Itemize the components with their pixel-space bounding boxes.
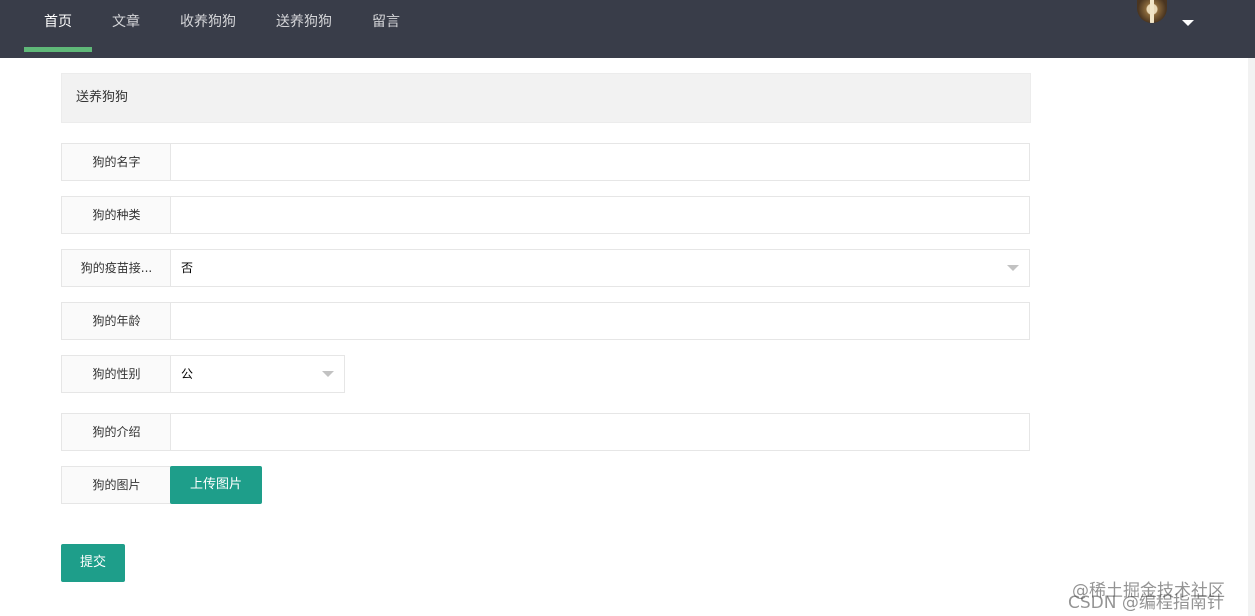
dog-image-label: 狗的图片: [61, 466, 171, 504]
scrollbar-track[interactable]: [1248, 58, 1255, 616]
gender-selected-value: 公: [181, 367, 194, 381]
chevron-down-icon: [1007, 265, 1019, 271]
dog-intro-label: 狗的介绍: [61, 413, 171, 451]
dog-breed-input[interactable]: [170, 196, 1030, 234]
dog-vaccine-label: 狗的疫苗接...: [61, 249, 171, 287]
nav-active-indicator: [24, 47, 92, 52]
upload-image-button[interactable]: 上传图片: [170, 466, 262, 504]
dog-intro-input[interactable]: [170, 413, 1030, 451]
nav-item-rehome-dog[interactable]: 送养狗狗: [264, 0, 344, 58]
nav-item-messages[interactable]: 留言: [360, 0, 412, 58]
user-avatar[interactable]: [1137, 0, 1167, 23]
dog-gender-select[interactable]: 公: [170, 355, 345, 393]
dog-age-label: 狗的年龄: [61, 302, 171, 340]
dog-name-input[interactable]: [170, 143, 1030, 181]
panel-header: 送养狗狗: [61, 73, 1031, 123]
dog-age-input[interactable]: [170, 302, 1030, 340]
watermark-csdn: CSDN @编程指南针: [1068, 593, 1224, 613]
panel-title: 送养狗狗: [76, 90, 129, 105]
avatar-detail: [1150, 0, 1154, 23]
dog-gender-label: 狗的性别: [61, 355, 171, 393]
top-nav-bar: 首页 文章 收养狗狗 送养狗狗 留言: [0, 0, 1255, 58]
nav-item-articles[interactable]: 文章: [100, 0, 152, 58]
vaccine-selected-value: 否: [181, 261, 194, 275]
submit-button[interactable]: 提交: [61, 544, 125, 582]
user-menu-caret-icon[interactable]: [1182, 20, 1194, 26]
dog-vaccine-select[interactable]: 否: [170, 249, 1030, 287]
chevron-down-icon: [322, 371, 334, 377]
dog-breed-label: 狗的种类: [61, 196, 171, 234]
nav-item-adopt-dog[interactable]: 收养狗狗: [168, 0, 248, 58]
dog-name-label: 狗的名字: [61, 143, 171, 181]
